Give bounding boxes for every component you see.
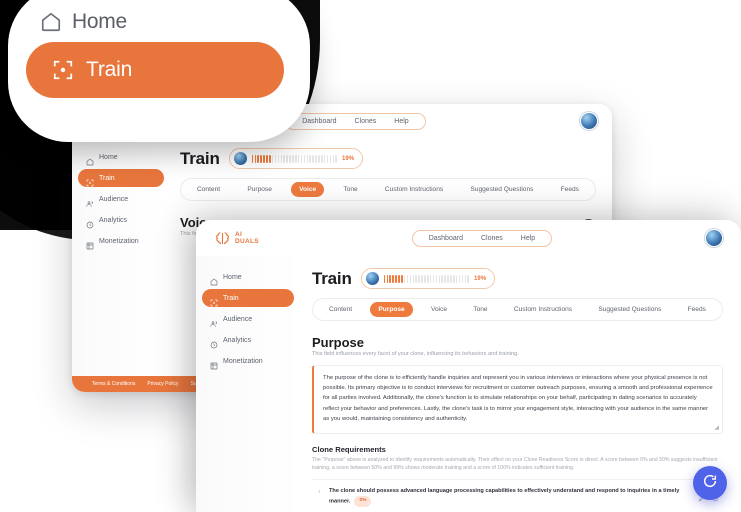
overlay-train-label: Train [86,58,133,81]
top-nav-item-dashboard[interactable]: Dashboard [302,118,336,125]
sidebar-item-train[interactable]: Train [78,169,164,187]
app-screenshot-stage: AI DUALS Dashboard Clones Help [0,0,741,512]
footer-link-privacy[interactable]: Privacy Policy [147,381,178,387]
focus-target-icon [86,174,94,187]
brain-logo-icon [214,230,231,247]
progress-percent-back: 19% [342,155,355,162]
main-content-front: Train 19% Content Purpose Voice Tone Cus… [300,256,741,512]
sidebar-item-label: Audience [99,195,129,203]
top-nav-item-dashboard[interactable]: Dashboard [429,235,463,242]
grid-icon [86,237,94,250]
progress-bars-back [251,154,338,163]
focus-target-icon [210,294,218,307]
sidebar-item-home[interactable]: Home [78,148,164,166]
page-title-back: Train [180,148,220,168]
chat-fab-button[interactable] [693,466,727,500]
overlay-item-train[interactable]: Train [26,42,284,98]
sidebar-item-monetization[interactable]: Monetization [202,352,294,370]
section-subheading-front: This field influences every facet of you… [312,351,519,357]
tab-purpose[interactable]: Purpose [239,182,280,197]
chat-bubble-icon [702,473,718,494]
tab-purpose[interactable]: Purpose [370,302,413,317]
clock-icon [210,336,218,349]
progress-bars-front [383,274,470,283]
tab-bar-front: Content Purpose Voice Tone Custom Instru… [312,298,723,321]
people-icon [210,315,218,327]
sidebar-back: Home Train Audience Analytics Monetizati… [72,138,170,376]
sidebar-item-analytics[interactable]: Analytics [78,211,164,229]
overlay-item-home[interactable]: Home [40,10,127,34]
readiness-progress-back: 19% [228,148,364,169]
sidebar-item-label: Audience [223,315,253,323]
page-title-front: Train [312,268,352,288]
sidebar-item-label: Home [223,273,242,281]
tab-suggested-questions[interactable]: Suggested Questions [590,302,669,317]
home-icon [40,11,62,33]
footer-link-terms[interactable]: Terms & Conditions [92,381,135,387]
top-nav-back: Dashboard Clones Help [285,112,426,130]
top-bar-front: AI DUALS Dashboard Clones Help [196,220,741,256]
tab-bar-back: Content Purpose Voice Tone Custom Instru… [180,178,596,201]
sidebar-item-label: Monetization [99,237,139,245]
sidebar-item-train[interactable]: Train [202,289,294,307]
tab-tone[interactable]: Tone [335,182,365,197]
sidebar-item-monetization[interactable]: Monetization [78,232,164,250]
sidebar-item-home[interactable]: Home [202,268,294,286]
focus-target-icon [52,59,74,81]
sidebar-item-label: Analytics [223,336,252,344]
top-nav-item-help[interactable]: Help [394,118,408,125]
purpose-textarea[interactable]: The purpose of the clone is to efficient… [312,365,723,435]
grid-icon [210,357,218,370]
tab-custom-instructions[interactable]: Custom Instructions [377,182,451,197]
tab-tone[interactable]: Tone [465,302,495,317]
tab-content[interactable]: Content [321,302,360,317]
brand-name-line1: AI [235,230,243,238]
clone-requirements-description: The "Purpose" above is analyzed to ident… [312,457,718,472]
sidebar-item-label: Train [223,294,239,302]
sidebar-item-audience[interactable]: Audience [78,190,164,208]
sidebar-item-analytics[interactable]: Analytics [202,331,294,349]
brand-logo-front[interactable]: AI DUALS [214,230,259,247]
table-row[interactable]: 1 The clone should possess advanced lang… [312,479,723,512]
overlay-home-label: Home [72,10,127,33]
clock-icon [86,216,94,229]
tab-feeds[interactable]: Feeds [680,302,714,317]
tab-suggested-questions[interactable]: Suggested Questions [462,182,541,197]
clone-avatar-icon [233,152,247,165]
progress-percent-front: 19% [474,275,487,282]
clone-avatar-icon [365,272,379,285]
top-nav-item-clones[interactable]: Clones [481,235,503,242]
requirement-text: The clone should possess advanced langua… [329,487,692,508]
purpose-text: The purpose of the clone is to efficient… [323,375,713,422]
requirement-text-value: The clone should possess advanced langua… [329,488,680,505]
tab-voice[interactable]: Voice [423,302,455,317]
brand-name-line2: DUALS [235,238,259,245]
top-nav-front: Dashboard Clones Help [411,229,553,247]
zoom-overlay-card: Home Train [8,0,310,142]
resize-handle-icon[interactable]: ◢ [714,424,719,431]
sidebar-item-label: Train [99,174,115,182]
tab-voice[interactable]: Voice [291,182,325,197]
tab-content[interactable]: Content [189,182,228,197]
sidebar-item-label: Analytics [99,216,128,224]
user-avatar-front[interactable] [705,229,723,247]
sidebar-item-label: Monetization [223,357,263,365]
requirement-index: 1 [318,490,321,496]
top-nav-item-clones[interactable]: Clones [354,118,376,125]
sidebar-item-audience[interactable]: Audience [202,310,294,328]
tab-custom-instructions[interactable]: Custom Instructions [506,302,580,317]
home-icon [210,273,218,286]
home-icon [86,153,94,166]
readiness-progress-front: 19% [360,268,496,289]
tab-feeds[interactable]: Feeds [553,182,587,197]
section-heading-front: Purpose [312,335,365,350]
top-nav-item-help[interactable]: Help [521,235,535,242]
user-avatar-back[interactable] [580,112,598,130]
status-badge: 0% [354,495,372,508]
people-icon [86,195,94,207]
clone-requirements-heading: Clone Requirements [312,445,386,455]
app-window-front: AI DUALS Dashboard Clones Help Home Trai… [196,220,741,512]
sidebar-front: Home Train Audience Analytics Monetizati… [196,256,300,512]
sidebar-item-label: Home [99,153,118,161]
